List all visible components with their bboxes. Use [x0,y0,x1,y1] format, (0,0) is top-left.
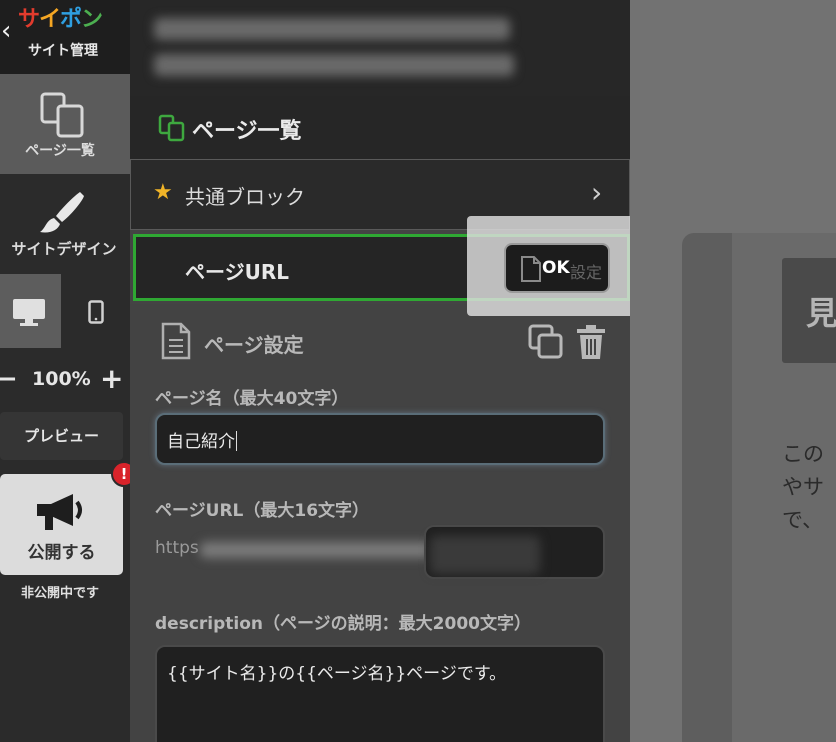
url-prefix: https [155,538,199,558]
back-chevron-icon[interactable]: ‹ [1,18,11,44]
pages-icon [158,114,186,146]
description-label: description（ページの説明：最大2000文字） [155,614,531,634]
selected-page-label: ページURL [185,260,289,284]
page-name-label: ページ名（最大40文字） [155,389,349,409]
left-sidebar: ‹ サイポン サイト管理 ページ一覧 サイトデザイン − 100% + プレビュ… [0,0,137,742]
preview-heading-box: 見 [782,258,836,363]
zoom-level: 100% [32,368,91,390]
star-icon: ★ [153,180,173,205]
page-edit-panel: ページ一覧 ★ 共通ブロック › ページURL ページ設定 ページ名（最大40文… [130,0,630,742]
site-management-label: サイト管理 [28,43,98,59]
zoom-control: − 100% + [0,364,130,395]
paintbrush-icon [36,190,86,240]
delete-page-icon[interactable] [576,324,606,364]
page-settings-section: ページ設定 ページ名（最大40文字） 自己紹介 ページURL（最大16文字） h… [130,304,630,742]
megaphone-icon [33,492,87,538]
page-list-title: ページ一覧 [192,119,302,144]
publish-label: 公開する [27,543,96,563]
nav-pages[interactable]: ページ一覧 [0,74,130,174]
page-list-header: ページ一覧 [130,96,630,159]
device-mobile-toggle[interactable] [61,274,130,348]
pages-icon [40,92,86,142]
document-icon [520,255,542,287]
ok-label: OK [542,258,570,278]
site-preview-area: 見 この やサ で、 [630,0,836,742]
common-blocks-label: 共通ブロック [185,185,305,209]
nav-design-label: サイトデザイン [11,240,117,258]
ok-button[interactable]: 設定 OK [504,243,610,293]
nav-site-design[interactable]: サイトデザイン [0,174,130,270]
unpublished-status: 非公開中です [20,586,99,601]
description-textarea[interactable]: {{サイト名}}の{{ページ名}}ページです。 [155,645,605,742]
document-icon [161,322,191,364]
page-url-label: ページURL（最大16文字） [155,501,370,521]
publish-button[interactable]: 公開する [0,474,123,575]
ok-button-underlay-text: 設定 [570,263,603,282]
zoom-out-button[interactable]: − [0,364,18,394]
page-name-input[interactable]: 自己紹介 [155,413,605,465]
page-settings-title: ページ設定 [204,333,304,357]
copy-page-icon[interactable] [528,324,564,364]
monitor-icon [13,299,45,326]
preview-card: 見 この やサ で、 [682,233,836,742]
nav-pages-label: ページ一覧 [25,143,95,159]
zoom-in-button[interactable]: + [100,364,123,394]
chevron-right-icon: › [591,176,603,209]
redacted-page-info [130,0,630,96]
device-pc-toggle[interactable] [0,274,61,348]
brand-wordmark: サイポン [18,7,103,32]
preview-button[interactable]: プレビュー [0,412,123,460]
site-logo[interactable]: ‹ サイポン サイト管理 [0,0,130,74]
preview-body-text: この やサ で、 [782,442,824,532]
redacted-url [200,542,450,558]
smartphone-icon [88,300,104,324]
